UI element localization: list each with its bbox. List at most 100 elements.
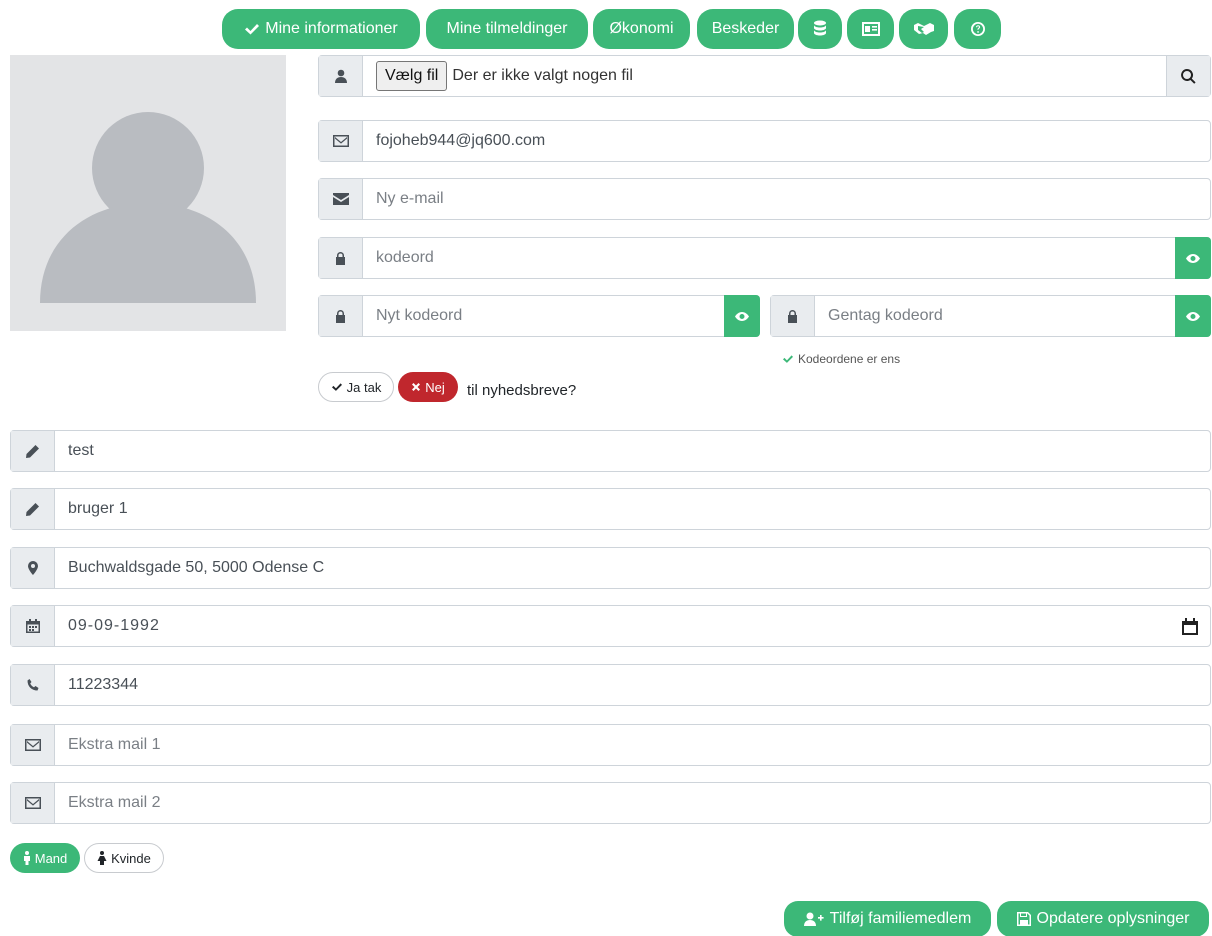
lock-icon: [788, 309, 797, 323]
toggle-password-visibility-button[interactable]: [1175, 237, 1211, 279]
nav-beskeder[interactable]: Beskeder: [697, 9, 794, 49]
extra-mail-2-field[interactable]: Ekstra mail 2: [10, 782, 1211, 824]
pencil-icon: [26, 444, 39, 458]
eye-icon: [735, 311, 749, 321]
new-email-placeholder: Ny e-mail: [376, 190, 444, 207]
nav-handshake[interactable]: [899, 9, 948, 49]
birthdate-addon: [11, 606, 55, 646]
nav-id-card[interactable]: [847, 9, 894, 49]
user-addon: [319, 56, 363, 96]
envelope-outline-icon: [24, 739, 41, 751]
first-name-field[interactable]: test: [10, 430, 1211, 472]
birthdate-field[interactable]: 09-09-1992: [10, 605, 1211, 647]
newsletter-yes-label: Ja tak: [346, 379, 382, 395]
map-marker-icon: [27, 561, 38, 575]
date-picker-button[interactable]: [1170, 606, 1210, 646]
newsletter-no-button[interactable]: Nej: [398, 372, 458, 402]
top-nav: Mine informationer Mine tilmeldinger Øko…: [0, 9, 1212, 49]
nav-mine-tilmeldinger[interactable]: Mine tilmeldinger: [426, 9, 588, 49]
save-icon: [1016, 912, 1031, 926]
password-match-message: Kodeordene er ens: [782, 352, 900, 366]
password-addon: [319, 238, 363, 278]
new-email-field[interactable]: Ny e-mail: [318, 178, 1211, 220]
calendar-outline-icon: [1182, 617, 1198, 635]
update-info-label: Opdatere oplysninger: [1036, 910, 1190, 927]
new-email-addon: [319, 179, 363, 219]
address-value: Buchwaldsgade 50, 5000 Odense C: [68, 559, 325, 576]
nav-label: Beskeder: [711, 20, 780, 37]
first-name-addon: [11, 431, 55, 471]
new-password-field[interactable]: Nyt kodeord: [318, 295, 760, 337]
update-info-button[interactable]: Opdatere oplysninger: [997, 901, 1209, 936]
check-icon: [331, 383, 342, 391]
choose-file-button[interactable]: Vælg fil: [376, 61, 448, 91]
repeat-password-addon: [771, 296, 815, 336]
nav-mine-informationer[interactable]: Mine informationer: [222, 9, 420, 49]
add-family-member-label: Tilføj familiemedlem: [829, 910, 972, 927]
check-icon: [783, 355, 793, 363]
newsletter-yes-button[interactable]: Ja tak: [318, 372, 394, 402]
toggle-repeat-password-visibility-button[interactable]: [1175, 295, 1211, 337]
avatar: [10, 55, 286, 331]
lock-icon: [336, 251, 345, 265]
new-password-addon: [319, 296, 363, 336]
gender-female-button[interactable]: Kvinde: [84, 843, 164, 873]
file-status: Der er ikke valgt nogen fil: [452, 67, 633, 84]
gender-male-button[interactable]: Mand: [10, 843, 80, 873]
new-password-placeholder: Nyt kodeord: [376, 307, 463, 324]
nav-label: Mine informationer: [265, 20, 398, 37]
pencil-icon: [26, 502, 39, 516]
address-field[interactable]: Buchwaldsgade 50, 5000 Odense C: [10, 547, 1211, 589]
eye-icon: [1186, 311, 1200, 321]
phone-addon: [11, 665, 55, 705]
toggle-new-password-visibility-button[interactable]: [724, 295, 760, 337]
check-icon: [245, 24, 260, 35]
gender-female-label: Kvinde: [111, 850, 151, 866]
times-icon: [412, 383, 421, 391]
extra-mail-1-addon: [11, 725, 55, 765]
phone-field[interactable]: 11223344: [10, 664, 1211, 706]
envelope-outline-icon: [24, 797, 41, 809]
id-card-icon: [861, 22, 880, 36]
nav-label: Økonomi: [609, 20, 674, 37]
repeat-password-placeholder: Gentag kodeord: [828, 307, 943, 324]
add-family-member-button[interactable]: Tilføj familiemedlem: [784, 901, 991, 936]
birthdate-value: 09-09-1992: [68, 617, 160, 634]
search-button[interactable]: [1166, 56, 1210, 96]
question-circle-icon: [970, 22, 985, 36]
email-value: fojoheb944@jq600.com: [376, 132, 546, 149]
search-icon: [1181, 68, 1196, 84]
email-addon: [319, 121, 363, 161]
nav-database[interactable]: [798, 9, 842, 49]
newsletter-no-label: Nej: [425, 379, 445, 395]
calendar-icon: [25, 619, 40, 633]
newsletter-question: til nyhedsbreve?: [467, 382, 577, 399]
phone-icon: [27, 679, 38, 691]
extra-mail-1-field[interactable]: Ekstra mail 1: [10, 724, 1211, 766]
repeat-password-field[interactable]: Gentag kodeord: [770, 295, 1211, 337]
lock-icon: [336, 309, 345, 323]
phone-value: 11223344: [68, 676, 138, 693]
extra-mail-1-placeholder: Ekstra mail 1: [68, 736, 161, 753]
last-name-field[interactable]: bruger 1: [10, 488, 1211, 530]
envelope-icon: [332, 193, 349, 205]
user-plus-icon: [803, 912, 824, 926]
password-match-text: Kodeordene er ens: [798, 352, 901, 366]
eye-icon: [1186, 253, 1200, 263]
nav-okonomi[interactable]: Økonomi: [593, 9, 690, 49]
envelope-outline-icon: [332, 135, 349, 147]
gender-male-label: Mand: [34, 850, 68, 866]
address-addon: [11, 548, 55, 588]
female-icon: [97, 851, 107, 865]
male-icon: [23, 851, 30, 865]
nav-help[interactable]: [954, 9, 1001, 49]
password-field[interactable]: kodeord: [318, 237, 1211, 279]
email-field[interactable]: fojoheb944@jq600.com: [318, 120, 1211, 162]
handshake-icon: [913, 23, 934, 35]
nav-label: Mine tilmeldinger: [446, 20, 568, 37]
profile-picture-file-input[interactable]: Vælg fil Der er ikke valgt nogen fil: [318, 55, 1211, 97]
password-placeholder: kodeord: [376, 249, 434, 266]
user-silhouette-icon: [40, 112, 256, 303]
database-icon: [814, 20, 826, 36]
last-name-value: bruger 1: [68, 500, 128, 517]
